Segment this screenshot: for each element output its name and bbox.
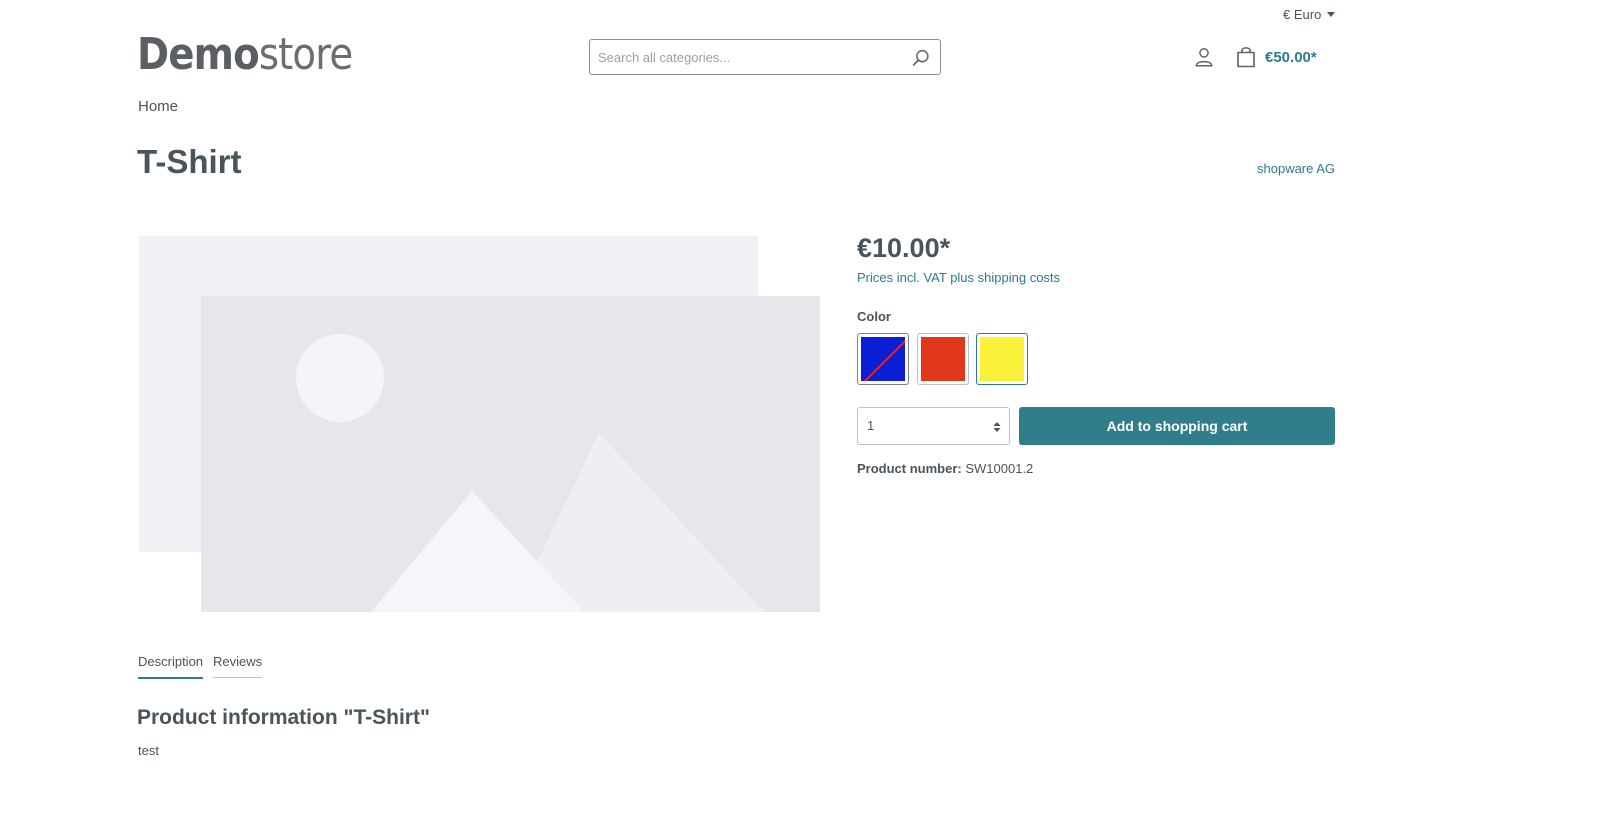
store-logo[interactable]: Demostore xyxy=(137,29,353,80)
tab-reviews[interactable]: Reviews xyxy=(213,654,263,678)
cart-button[interactable]: €50.00* xyxy=(1235,45,1317,69)
search-input[interactable] xyxy=(598,40,898,74)
manufacturer-link[interactable]: shopware AG xyxy=(1257,161,1335,176)
color-label: Color xyxy=(857,309,891,324)
currency-label: € Euro xyxy=(1283,7,1322,22)
swatch-fill xyxy=(921,337,965,381)
tax-shipping-link[interactable]: Prices incl. VAT plus shipping costs xyxy=(857,270,1060,285)
product-number-label: Product number: xyxy=(857,461,962,476)
color-option-yellow[interactable] xyxy=(976,333,1028,385)
color-option-red[interactable] xyxy=(917,333,969,385)
select-arrows-icon xyxy=(993,422,1001,432)
product-number: Product number: SW10001.2 xyxy=(857,461,1033,476)
swatch-fill xyxy=(861,337,905,381)
logo-light: store xyxy=(258,29,353,80)
breadcrumb-home[interactable]: Home xyxy=(138,98,178,115)
swatch-fill xyxy=(980,337,1024,381)
quantity-value: 1 xyxy=(867,418,875,433)
description-body: test xyxy=(138,743,159,758)
tab-description[interactable]: Description xyxy=(138,654,204,679)
cart-total: €50.00* xyxy=(1265,48,1317,66)
image-placeholder-icon xyxy=(139,236,820,612)
product-number-value: SW10001.2 xyxy=(965,461,1034,476)
currency-switcher[interactable]: € Euro xyxy=(1283,7,1336,22)
caret-down-icon xyxy=(1327,12,1336,17)
product-price: €10.00* xyxy=(857,233,951,263)
quantity-select[interactable]: 1 xyxy=(857,407,1010,445)
product-image xyxy=(139,236,820,612)
logo-bold: Demo xyxy=(137,29,260,80)
product-title: T-Shirt xyxy=(137,143,242,180)
description-title: Product information "T-Shirt" xyxy=(137,706,430,729)
search-icon[interactable] xyxy=(910,47,932,69)
add-to-cart-button[interactable]: Add to shopping cart xyxy=(1019,407,1335,445)
unavailable-strike xyxy=(861,337,905,381)
product-page: € Euro Demostore €50.00* Home T-Shirt sh… xyxy=(0,0,1603,837)
user-icon[interactable] xyxy=(1193,46,1215,68)
shopping-bag-icon xyxy=(1237,47,1255,68)
search-bar xyxy=(589,39,941,75)
color-option-blue[interactable] xyxy=(857,333,909,385)
